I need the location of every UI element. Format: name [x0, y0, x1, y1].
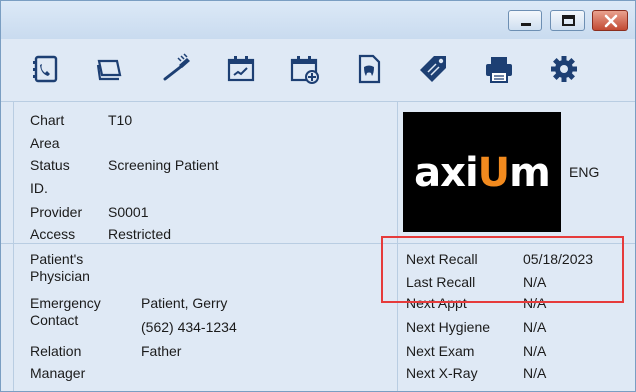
manager-label: Manager	[30, 365, 86, 381]
column-divider	[397, 101, 398, 391]
recall-highlight-box	[381, 236, 624, 303]
tag-icon	[420, 56, 446, 82]
next-exam-value: N/A	[523, 343, 547, 359]
access-value: Restricted	[108, 226, 172, 242]
minimize-button[interactable]	[508, 10, 542, 31]
minimize-icon	[521, 23, 531, 26]
next-hygiene-value: N/A	[523, 319, 547, 335]
toothbrush-icon	[163, 53, 190, 81]
language-label: ENG	[569, 164, 600, 180]
tag-button[interactable]	[416, 51, 452, 87]
id-label: ID.	[30, 180, 48, 196]
provider-label: Provider	[30, 204, 83, 220]
settings-button[interactable]	[546, 51, 582, 87]
relation-value: Father	[141, 343, 182, 359]
emergency-contact-phone: (562) 434-1234	[141, 319, 237, 335]
printer-icon	[486, 57, 512, 83]
emergency-label-line1: Emergency	[30, 295, 101, 311]
access-label: Access	[30, 226, 76, 242]
status-value: Screening Patient	[108, 157, 219, 173]
section-divider	[1, 243, 635, 244]
next-xray-label: Next X-Ray	[406, 365, 478, 381]
relation-label: Relation	[30, 343, 82, 359]
printer-button[interactable]	[481, 51, 517, 87]
dental-document-icon	[358, 54, 381, 84]
toothbrush-button[interactable]	[159, 51, 195, 87]
emergency-label-line2: Contact	[30, 312, 79, 328]
calendar-edit-button[interactable]	[223, 51, 259, 87]
maximize-icon	[562, 15, 575, 26]
area-label: Area	[30, 135, 60, 151]
next-appt-value: N/A	[523, 295, 547, 311]
logo-text-pre: axi	[414, 150, 479, 196]
logo-text-post: m	[509, 150, 551, 196]
card-stack-icon	[96, 59, 122, 81]
provider-value: S0001	[108, 204, 149, 220]
axium-logo-text: axiUm	[403, 150, 561, 196]
toolbar	[1, 39, 635, 102]
close-icon	[604, 14, 618, 28]
gear-icon	[551, 56, 577, 82]
status-label: Status	[30, 157, 70, 173]
next-recall-label: Next Recall	[406, 251, 478, 267]
next-recall-value: 05/18/2023	[523, 251, 594, 267]
title-bar	[1, 1, 635, 39]
left-divider	[13, 101, 14, 391]
next-xray-value: N/A	[523, 365, 547, 381]
phone-book-button[interactable]	[28, 51, 64, 87]
calendar-add-icon	[290, 56, 319, 84]
physician-label-line2: Physician	[30, 268, 90, 284]
maximize-button[interactable]	[550, 10, 585, 31]
emergency-contact-name: Patient, Gerry	[141, 295, 228, 311]
close-button[interactable]	[592, 10, 628, 31]
chart-value: T10	[108, 112, 133, 128]
phone-book-icon	[33, 55, 58, 83]
physician-label-line1: Patient's	[30, 251, 84, 267]
next-appt-label: Next Appt	[406, 295, 467, 311]
logo-text-accent: U	[477, 150, 511, 196]
last-recall-label: Last Recall	[406, 274, 476, 290]
card-stack-button[interactable]	[91, 51, 127, 87]
axium-logo: axiUm	[403, 112, 561, 232]
calendar-edit-icon	[227, 56, 255, 82]
chart-label: Chart	[30, 112, 65, 128]
last-recall-value: N/A	[523, 274, 547, 290]
dental-document-button[interactable]	[351, 51, 387, 87]
calendar-add-button[interactable]	[287, 51, 323, 87]
next-hygiene-label: Next Hygiene	[406, 319, 491, 335]
patient-window: Chart T10 Area Status Screening Patient …	[0, 0, 636, 392]
next-exam-label: Next Exam	[406, 343, 475, 359]
